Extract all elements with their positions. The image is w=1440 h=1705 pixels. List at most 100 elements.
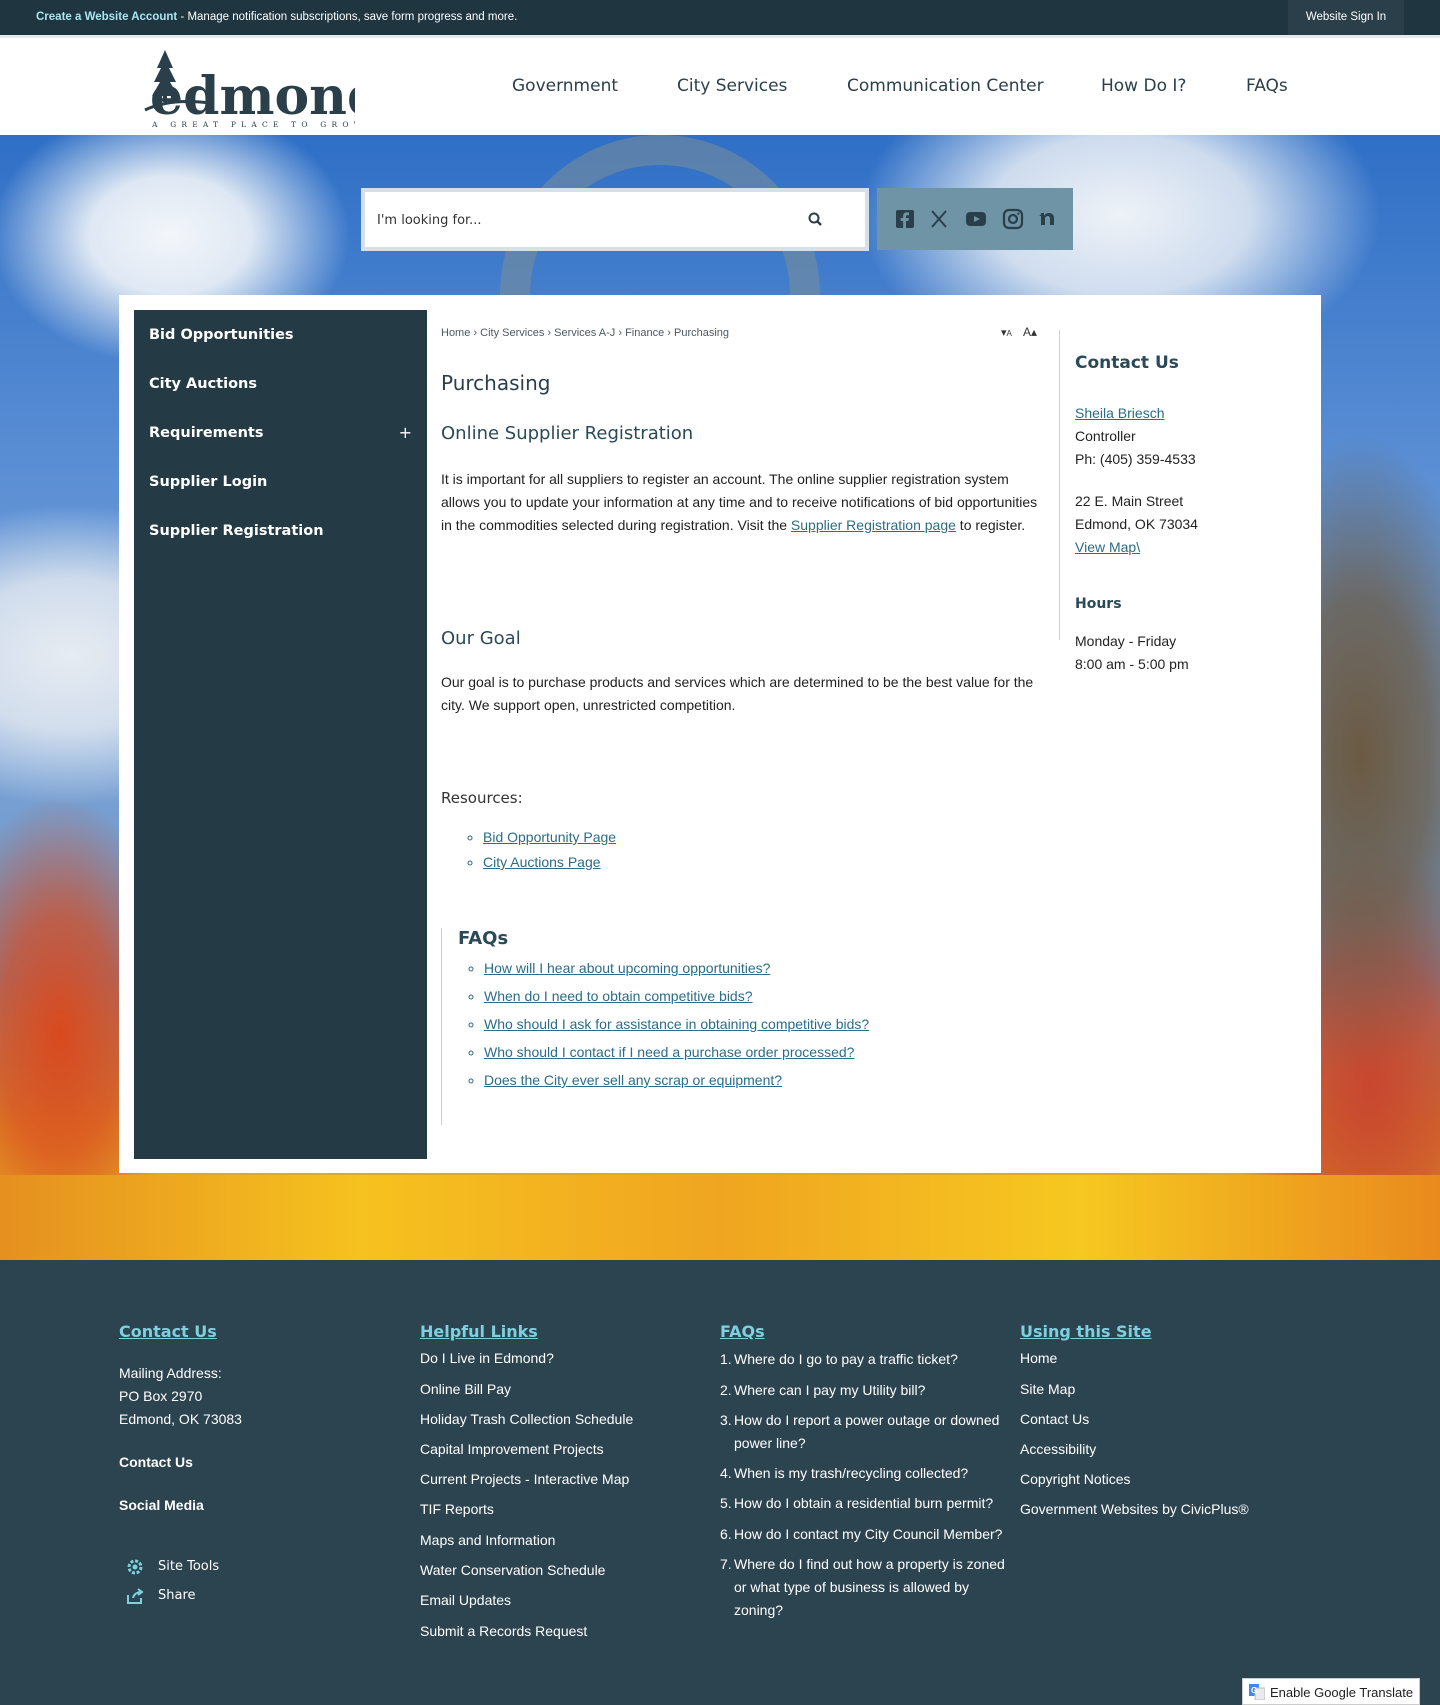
faq-link[interactable]: Does the City ever sell any scrap or equ… [484,1072,782,1088]
footer-accessibility-link[interactable]: Accessibility [1020,1441,1096,1457]
section-title-registration: Online Supplier Registration [441,423,694,444]
footer-civicplus-link[interactable]: Government Websites by CivicPlus® [1020,1501,1249,1517]
breadcrumb-purchasing: Purchasing [674,327,730,339]
sidenav-supplier-registration[interactable]: Supplier Registration [149,523,412,539]
font-size-controls: ▾A A▴ [1001,325,1037,339]
instagram-icon[interactable] [1001,207,1025,231]
contact-role: Controller [1075,428,1136,444]
footer-faqs-column: FAQs 1. Where do I go to pay a traffic ti… [720,1322,1020,1618]
footer-contact-link[interactable]: Contact Us [1020,1411,1089,1427]
helpful-link[interactable]: Submit a Records Request [420,1623,587,1639]
faqs-title: FAQs [458,928,509,949]
view-map-link[interactable]: View Map\ [1075,539,1140,555]
using-this-site-heading[interactable]: Using this Site [1020,1322,1300,1341]
contact-address-line1: 22 E. Main Street [1075,493,1184,509]
city-auctions-page-link[interactable]: City Auctions Page [483,854,601,870]
mailing-address-line1: PO Box 2970 [119,1388,203,1404]
faqs-box: FAQs How will I hear about upcoming oppo… [441,928,991,1125]
search-input[interactable] [377,204,787,236]
list-item: Does the City ever sell any scrap or equ… [484,1072,869,1088]
goal-paragraph: Our goal is to purchase products and ser… [441,674,1034,713]
contact-title: Contact Us [1075,353,1179,373]
nav-how-do-i[interactable]: How Do I? [1101,76,1186,96]
footer-helpful-links-column: Helpful Links Do I Live in Edmond? Onlin… [420,1322,700,1639]
footer-faqs-heading[interactable]: FAQs [720,1322,1020,1341]
helpful-links-heading[interactable]: Helpful Links [420,1322,700,1341]
hours-days: Monday - Friday [1075,633,1177,649]
increase-font-button[interactable]: A▴ [1023,325,1037,339]
list-item: How will I hear about upcoming opportuni… [484,960,869,976]
nextdoor-icon[interactable] [1035,207,1059,231]
nav-government[interactable]: Government [512,76,618,96]
breadcrumb: Home › City Services › Services A-J › Fi… [441,327,730,339]
footer-faqs-list: 1. Where do I go to pay a traffic ticket?… [720,1351,1005,1618]
footer-using-site-column: Using this Site Home Site Map Contact Us… [1020,1322,1300,1517]
breadcrumb-services-a-j[interactable]: Services A-J [554,327,615,339]
helpful-link[interactable]: Current Projects - Interactive Map [420,1471,629,1487]
resources-label: Resources: [441,789,523,807]
footer-home-link[interactable]: Home [1020,1350,1057,1366]
sidenav-supplier-login[interactable]: Supplier Login [149,474,412,490]
gear-icon [125,1557,145,1581]
search-box [361,188,869,251]
nav-city-services[interactable]: City Services [677,76,787,96]
top-bar: Create a Website Account - Manage notifi… [0,0,1440,35]
sidenav-bid-opportunities[interactable]: Bid Opportunities [149,327,412,343]
helpful-link[interactable]: Email Updates [420,1592,511,1608]
google-translate-button[interactable]: G Enable Google Translate [1242,1678,1420,1705]
mailing-address-label: Mailing Address: [119,1365,222,1381]
helpful-link[interactable]: Maps and Information [420,1532,555,1548]
list-item: When do I need to obtain competitive bid… [484,988,869,1004]
decrease-font-button[interactable]: ▾A [1001,327,1012,339]
site-footer: Contact Us Mailing Address: PO Box 2970 … [0,1260,1440,1705]
helpful-link[interactable]: Capital Improvement Projects [420,1441,604,1457]
breadcrumb-finance[interactable]: Finance [625,327,664,339]
create-account-link[interactable]: Create a Website Account [36,11,177,23]
x-icon[interactable] [927,207,951,231]
faq-link[interactable]: How will I hear about upcoming opportuni… [484,960,770,976]
side-navigation: Bid Opportunities City Auctions Requirem… [134,310,427,1159]
expand-icon[interactable]: + [399,423,412,442]
helpful-link[interactable]: TIF Reports [420,1501,494,1517]
sidenav-city-auctions[interactable]: City Auctions [149,376,412,392]
helpful-link[interactable]: Online Bill Pay [420,1381,511,1397]
nav-communication-center[interactable]: Communication Center [847,76,1044,96]
contact-name-link[interactable]: Sheila Briesch [1075,405,1165,421]
faq-link[interactable]: Who should I contact if I need a purchas… [484,1044,854,1060]
youtube-icon[interactable] [964,207,988,231]
nav-faqs[interactable]: FAQs [1246,76,1288,96]
footer-copyright-link[interactable]: Copyright Notices [1020,1471,1131,1487]
list-item: Bid Opportunity Page [483,829,616,845]
hours-title: Hours [1075,596,1122,612]
google-translate-label: Enable Google Translate [1270,1685,1414,1700]
footer-contact-us-link[interactable]: Contact Us [119,1454,193,1470]
site-header: edmond A GREAT PLACE TO GROW Government … [0,35,1440,135]
footer-contact-heading[interactable]: Contact Us [119,1322,399,1341]
google-translate-icon: G [1249,1684,1266,1701]
footer-site-map-link[interactable]: Site Map [1020,1381,1075,1397]
facebook-icon[interactable] [893,207,917,231]
logo-wordmark: edmond [150,66,355,127]
helpful-link[interactable]: Water Conservation Schedule [420,1562,605,1578]
website-sign-in-button[interactable]: Website Sign In [1288,0,1404,35]
search-icon[interactable] [805,209,827,231]
bid-opportunity-page-link[interactable]: Bid Opportunity Page [483,829,616,845]
hours-time: 8:00 am - 5:00 pm [1075,656,1189,672]
faq-link[interactable]: Who should I ask for assistance in obtai… [484,1016,869,1032]
breadcrumb-home[interactable]: Home [441,327,470,339]
list-item: Who should I ask for assistance in obtai… [484,1016,869,1032]
contact-phone: Ph: (405) 359-4533 [1075,451,1196,467]
share-icon [125,1586,145,1610]
footer-social-media-link[interactable]: Social Media [119,1497,204,1513]
tulip-flowers-image [0,1175,1440,1260]
breadcrumb-city-services[interactable]: City Services [480,327,544,339]
sidenav-requirements[interactable]: Requirements + [149,423,412,442]
supplier-registration-link[interactable]: Supplier Registration page [791,517,956,533]
edmond-logo[interactable]: edmond A GREAT PLACE TO GROW [140,48,383,129]
resources-list: Bid Opportunity Page City Auctions Page [483,829,616,879]
helpful-link[interactable]: Holiday Trash Collection Schedule [420,1411,633,1427]
helpful-link[interactable]: Do I Live in Edmond? [420,1350,554,1366]
logo-tagline: A GREAT PLACE TO GROW [151,120,355,128]
faq-link[interactable]: When do I need to obtain competitive bid… [484,988,753,1004]
list-item: Who should I contact if I need a purchas… [484,1044,869,1060]
